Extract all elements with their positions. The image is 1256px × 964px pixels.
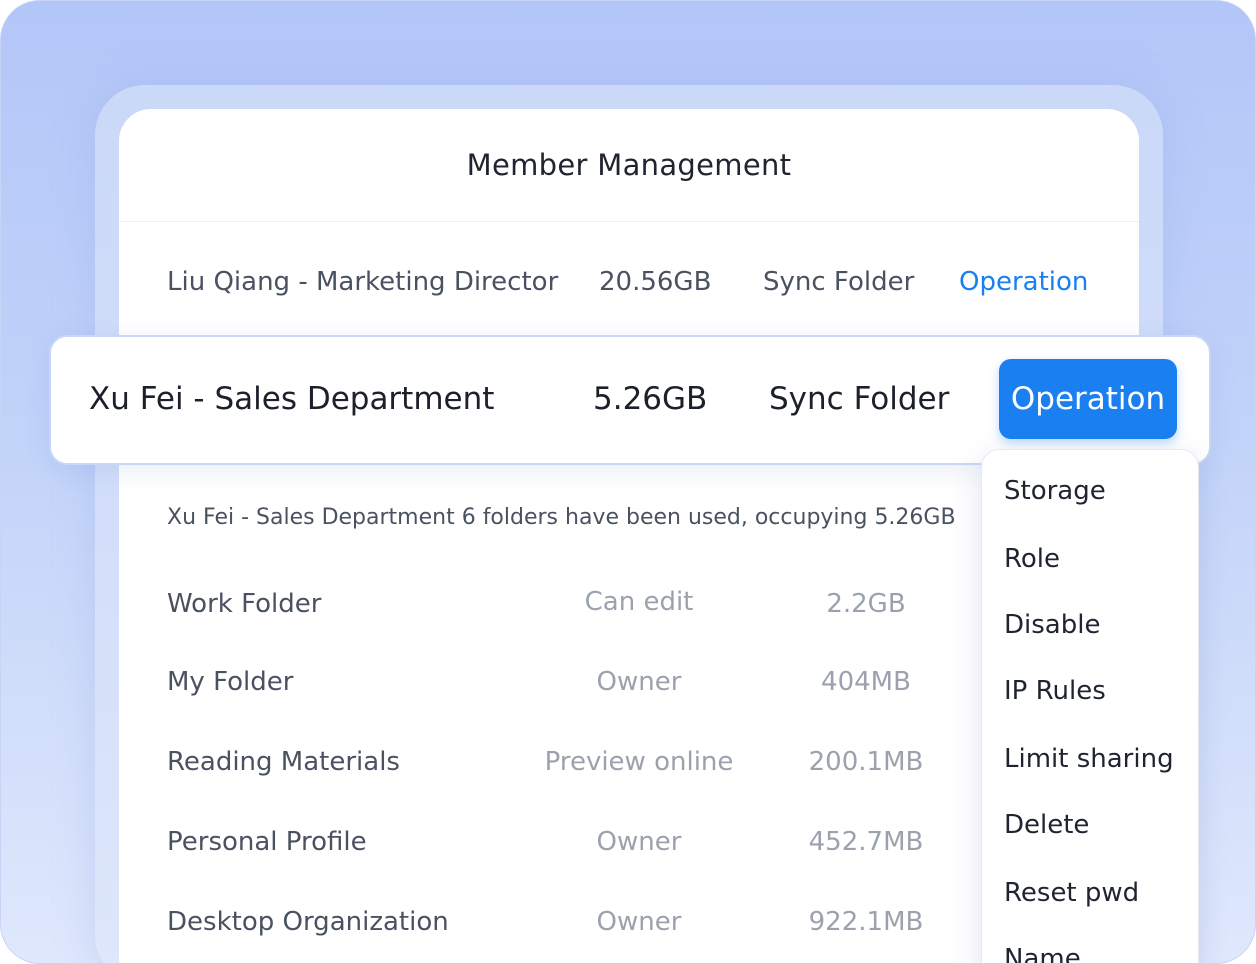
folder-name: Work Folder <box>167 589 322 619</box>
operation-dropdown-menu: Storage Role Disable IP Rules Limit shar… <box>981 449 1199 963</box>
menu-item-name[interactable]: Name <box>1004 944 1081 963</box>
folder-name: Reading Materials <box>167 747 400 777</box>
page-title: Member Management <box>119 109 1139 222</box>
folder-permission: Preview online <box>544 747 734 777</box>
member-storage: 5.26GB <box>593 381 708 417</box>
member-name: Xu Fei - Sales Department <box>89 381 495 417</box>
member-row-xu-fei[interactable]: Xu Fei - Sales Department 5.26GB Sync Fo… <box>49 335 1211 465</box>
folder-permission: Owner <box>596 827 682 857</box>
folder-name: My Folder <box>167 667 294 697</box>
member-storage: 20.56GB <box>599 267 712 297</box>
usage-summary: Xu Fei - Sales Department 6 folders have… <box>167 505 956 530</box>
menu-item-reset-pwd[interactable]: Reset pwd <box>1004 878 1139 908</box>
folder-name: Desktop Organization <box>167 907 449 937</box>
folder-size: 200.1MB <box>808 747 924 777</box>
member-folder-type: Sync Folder <box>769 381 950 417</box>
menu-item-ip-rules[interactable]: IP Rules <box>1004 676 1106 706</box>
member-name: Liu Qiang - Marketing Director <box>167 267 559 297</box>
folder-name: Personal Profile <box>167 827 367 857</box>
menu-item-limit-sharing[interactable]: Limit sharing <box>1004 744 1174 774</box>
folder-permission: Can edit <box>584 587 694 617</box>
menu-item-storage[interactable]: Storage <box>1004 476 1106 506</box>
operation-button[interactable]: Operation <box>999 359 1177 439</box>
menu-item-disable[interactable]: Disable <box>1004 610 1100 640</box>
folder-size: 2.2GB <box>826 589 906 619</box>
member-folder-type: Sync Folder <box>763 267 915 297</box>
folder-size: 452.7MB <box>808 827 924 857</box>
folder-size: 404MB <box>821 667 911 697</box>
folder-size: 922.1MB <box>808 907 924 937</box>
folder-permission: Owner <box>596 667 682 697</box>
folder-permission: Owner <box>596 907 682 937</box>
operation-link[interactable]: Operation <box>959 267 1088 297</box>
menu-item-delete[interactable]: Delete <box>1004 810 1089 840</box>
menu-item-role[interactable]: Role <box>1004 544 1060 574</box>
background-panel: Member Management Liu Qiang - Marketing … <box>0 0 1256 964</box>
